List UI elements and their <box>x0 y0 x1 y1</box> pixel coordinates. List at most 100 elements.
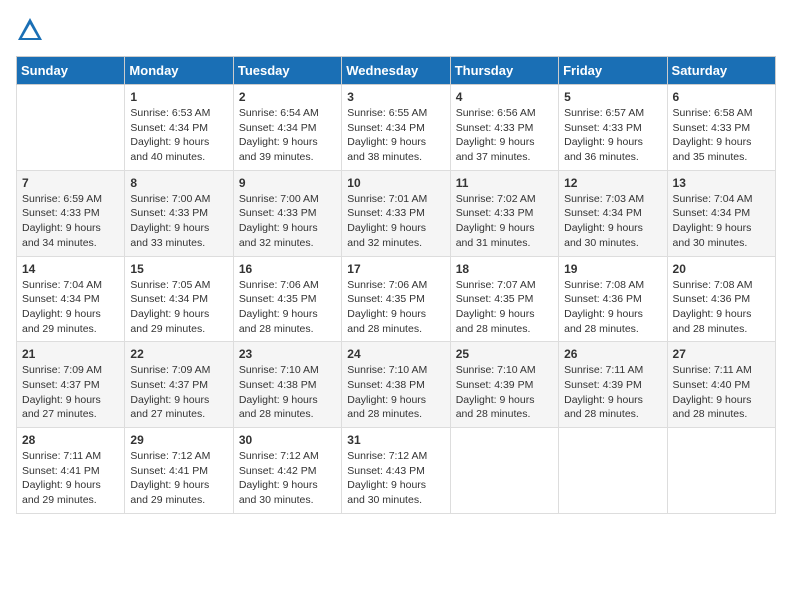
day-number: 28 <box>22 433 119 447</box>
calendar-day-cell: 26 Sunrise: 7:11 AMSunset: 4:39 PMDayligh… <box>559 342 667 428</box>
day-number: 5 <box>564 90 661 104</box>
day-number: 4 <box>456 90 553 104</box>
logo-icon <box>16 16 44 44</box>
day-info: Sunrise: 7:05 AMSunset: 4:34 PMDaylight:… <box>130 278 227 337</box>
calendar-day-cell: 25 Sunrise: 7:10 AMSunset: 4:39 PMDayligh… <box>450 342 558 428</box>
calendar-day-cell: 13 Sunrise: 7:04 AMSunset: 4:34 PMDayligh… <box>667 170 775 256</box>
day-of-week-header: Wednesday <box>342 57 450 85</box>
day-number: 27 <box>673 347 770 361</box>
calendar-table: SundayMondayTuesdayWednesdayThursdayFrid… <box>16 56 776 514</box>
calendar-day-cell: 12 Sunrise: 7:03 AMSunset: 4:34 PMDayligh… <box>559 170 667 256</box>
day-of-week-header: Tuesday <box>233 57 341 85</box>
calendar-day-cell: 10 Sunrise: 7:01 AMSunset: 4:33 PMDayligh… <box>342 170 450 256</box>
calendar-week-row: 28Sunrise: 7:11 AMSunset: 4:41 PMDayligh… <box>17 428 776 514</box>
calendar-day-cell: 7Sunrise: 6:59 AMSunset: 4:33 PMDaylight… <box>17 170 125 256</box>
day-number: 7 <box>22 176 119 190</box>
day-number: 19 <box>564 262 661 276</box>
calendar-day-cell: 14Sunrise: 7:04 AMSunset: 4:34 PMDayligh… <box>17 256 125 342</box>
day-info: Sunrise: 7:08 AMSunset: 4:36 PMDaylight:… <box>564 278 661 337</box>
day-info: Sunrise: 7:12 AMSunset: 4:42 PMDaylight:… <box>239 449 336 508</box>
day-info: Sunrise: 7:10 AMSunset: 4:38 PMDaylight:… <box>347 363 444 422</box>
day-number: 12 <box>564 176 661 190</box>
calendar-day-cell: 22Sunrise: 7:09 AMSunset: 4:37 PMDayligh… <box>125 342 233 428</box>
day-number: 1 <box>130 90 227 104</box>
day-of-week-header: Saturday <box>667 57 775 85</box>
day-number: 30 <box>239 433 336 447</box>
day-info: Sunrise: 7:11 AMSunset: 4:39 PMDaylight:… <box>564 363 661 422</box>
day-number: 3 <box>347 90 444 104</box>
day-info: Sunrise: 7:01 AMSunset: 4:33 PMDaylight:… <box>347 192 444 251</box>
day-number: 22 <box>130 347 227 361</box>
day-info: Sunrise: 7:02 AMSunset: 4:33 PMDaylight:… <box>456 192 553 251</box>
day-number: 17 <box>347 262 444 276</box>
day-info: Sunrise: 7:00 AMSunset: 4:33 PMDaylight:… <box>130 192 227 251</box>
day-number: 8 <box>130 176 227 190</box>
day-number: 21 <box>22 347 119 361</box>
day-number: 20 <box>673 262 770 276</box>
day-number: 31 <box>347 433 444 447</box>
day-number: 23 <box>239 347 336 361</box>
day-info: Sunrise: 6:55 AMSunset: 4:34 PMDaylight:… <box>347 106 444 165</box>
day-number: 9 <box>239 176 336 190</box>
calendar-week-row: 7Sunrise: 6:59 AMSunset: 4:33 PMDaylight… <box>17 170 776 256</box>
calendar-day-cell: 21 Sunrise: 7:09 AMSunset: 4:37 PMDayligh… <box>17 342 125 428</box>
calendar-week-row: 14Sunrise: 7:04 AMSunset: 4:34 PMDayligh… <box>17 256 776 342</box>
day-info: Sunrise: 7:12 AMSunset: 4:41 PMDaylight:… <box>130 449 227 508</box>
day-info: Sunrise: 6:57 AMSunset: 4:33 PMDaylight:… <box>564 106 661 165</box>
day-number: 18 <box>456 262 553 276</box>
day-number: 13 <box>673 176 770 190</box>
day-number: 24 <box>347 347 444 361</box>
calendar-week-row: 21 Sunrise: 7:09 AMSunset: 4:37 PMDayligh… <box>17 342 776 428</box>
day-info: Sunrise: 7:07 AMSunset: 4:35 PMDaylight:… <box>456 278 553 337</box>
calendar-day-cell: 29Sunrise: 7:12 AMSunset: 4:41 PMDayligh… <box>125 428 233 514</box>
day-number: 15 <box>130 262 227 276</box>
calendar-day-cell: 31 Sunrise: 7:12 AMSunset: 4:43 PMDayligh… <box>342 428 450 514</box>
calendar-day-cell: 23 Sunrise: 7:10 AMSunset: 4:38 PMDayligh… <box>233 342 341 428</box>
calendar-day-cell: 4 Sunrise: 6:56 AMSunset: 4:33 PMDaylight… <box>450 85 558 171</box>
day-of-week-header: Friday <box>559 57 667 85</box>
calendar-day-cell: 3 Sunrise: 6:55 AMSunset: 4:34 PMDaylight… <box>342 85 450 171</box>
calendar-day-cell: 6 Sunrise: 6:58 AMSunset: 4:33 PMDaylight… <box>667 85 775 171</box>
page-header <box>16 16 776 44</box>
calendar-day-cell: 11 Sunrise: 7:02 AMSunset: 4:33 PMDayligh… <box>450 170 558 256</box>
calendar-day-cell: 18 Sunrise: 7:07 AMSunset: 4:35 PMDayligh… <box>450 256 558 342</box>
calendar-day-cell: 2 Sunrise: 6:54 AMSunset: 4:34 PMDaylight… <box>233 85 341 171</box>
day-info: Sunrise: 7:11 AMSunset: 4:40 PMDaylight:… <box>673 363 770 422</box>
day-info: Sunrise: 7:12 AMSunset: 4:43 PMDaylight:… <box>347 449 444 508</box>
calendar-day-cell: 1Sunrise: 6:53 AMSunset: 4:34 PMDaylight… <box>125 85 233 171</box>
calendar-day-cell: 9Sunrise: 7:00 AMSunset: 4:33 PMDaylight… <box>233 170 341 256</box>
day-of-week-header: Monday <box>125 57 233 85</box>
day-info: Sunrise: 7:06 AMSunset: 4:35 PMDaylight:… <box>347 278 444 337</box>
day-number: 11 <box>456 176 553 190</box>
calendar-day-cell: 15 Sunrise: 7:05 AMSunset: 4:34 PMDayligh… <box>125 256 233 342</box>
day-info: Sunrise: 7:10 AMSunset: 4:38 PMDaylight:… <box>239 363 336 422</box>
day-info: Sunrise: 7:04 AMSunset: 4:34 PMDaylight:… <box>673 192 770 251</box>
calendar-day-cell: 30 Sunrise: 7:12 AMSunset: 4:42 PMDayligh… <box>233 428 341 514</box>
day-number: 6 <box>673 90 770 104</box>
calendar-day-cell: 20 Sunrise: 7:08 AMSunset: 4:36 PMDayligh… <box>667 256 775 342</box>
day-info: Sunrise: 7:10 AMSunset: 4:39 PMDaylight:… <box>456 363 553 422</box>
calendar-week-row: 1Sunrise: 6:53 AMSunset: 4:34 PMDaylight… <box>17 85 776 171</box>
calendar-day-cell: 27 Sunrise: 7:11 AMSunset: 4:40 PMDayligh… <box>667 342 775 428</box>
day-info: Sunrise: 6:56 AMSunset: 4:33 PMDaylight:… <box>456 106 553 165</box>
day-info: Sunrise: 6:54 AMSunset: 4:34 PMDaylight:… <box>239 106 336 165</box>
day-of-week-header: Thursday <box>450 57 558 85</box>
calendar-day-cell: 28Sunrise: 7:11 AMSunset: 4:41 PMDayligh… <box>17 428 125 514</box>
day-info: Sunrise: 7:03 AMSunset: 4:34 PMDaylight:… <box>564 192 661 251</box>
day-info: Sunrise: 7:08 AMSunset: 4:36 PMDaylight:… <box>673 278 770 337</box>
calendar-day-cell <box>667 428 775 514</box>
day-number: 2 <box>239 90 336 104</box>
day-info: Sunrise: 7:06 AMSunset: 4:35 PMDaylight:… <box>239 278 336 337</box>
day-info: Sunrise: 6:58 AMSunset: 4:33 PMDaylight:… <box>673 106 770 165</box>
day-info: Sunrise: 7:04 AMSunset: 4:34 PMDaylight:… <box>22 278 119 337</box>
day-number: 25 <box>456 347 553 361</box>
calendar-day-cell: 5 Sunrise: 6:57 AMSunset: 4:33 PMDaylight… <box>559 85 667 171</box>
day-number: 10 <box>347 176 444 190</box>
day-info: Sunrise: 7:09 AMSunset: 4:37 PMDaylight:… <box>22 363 119 422</box>
logo <box>16 16 48 44</box>
calendar-day-cell: 24 Sunrise: 7:10 AMSunset: 4:38 PMDayligh… <box>342 342 450 428</box>
calendar-day-cell: 8 Sunrise: 7:00 AMSunset: 4:33 PMDaylight… <box>125 170 233 256</box>
day-number: 26 <box>564 347 661 361</box>
calendar-day-cell <box>559 428 667 514</box>
calendar-day-cell: 17 Sunrise: 7:06 AMSunset: 4:35 PMDayligh… <box>342 256 450 342</box>
